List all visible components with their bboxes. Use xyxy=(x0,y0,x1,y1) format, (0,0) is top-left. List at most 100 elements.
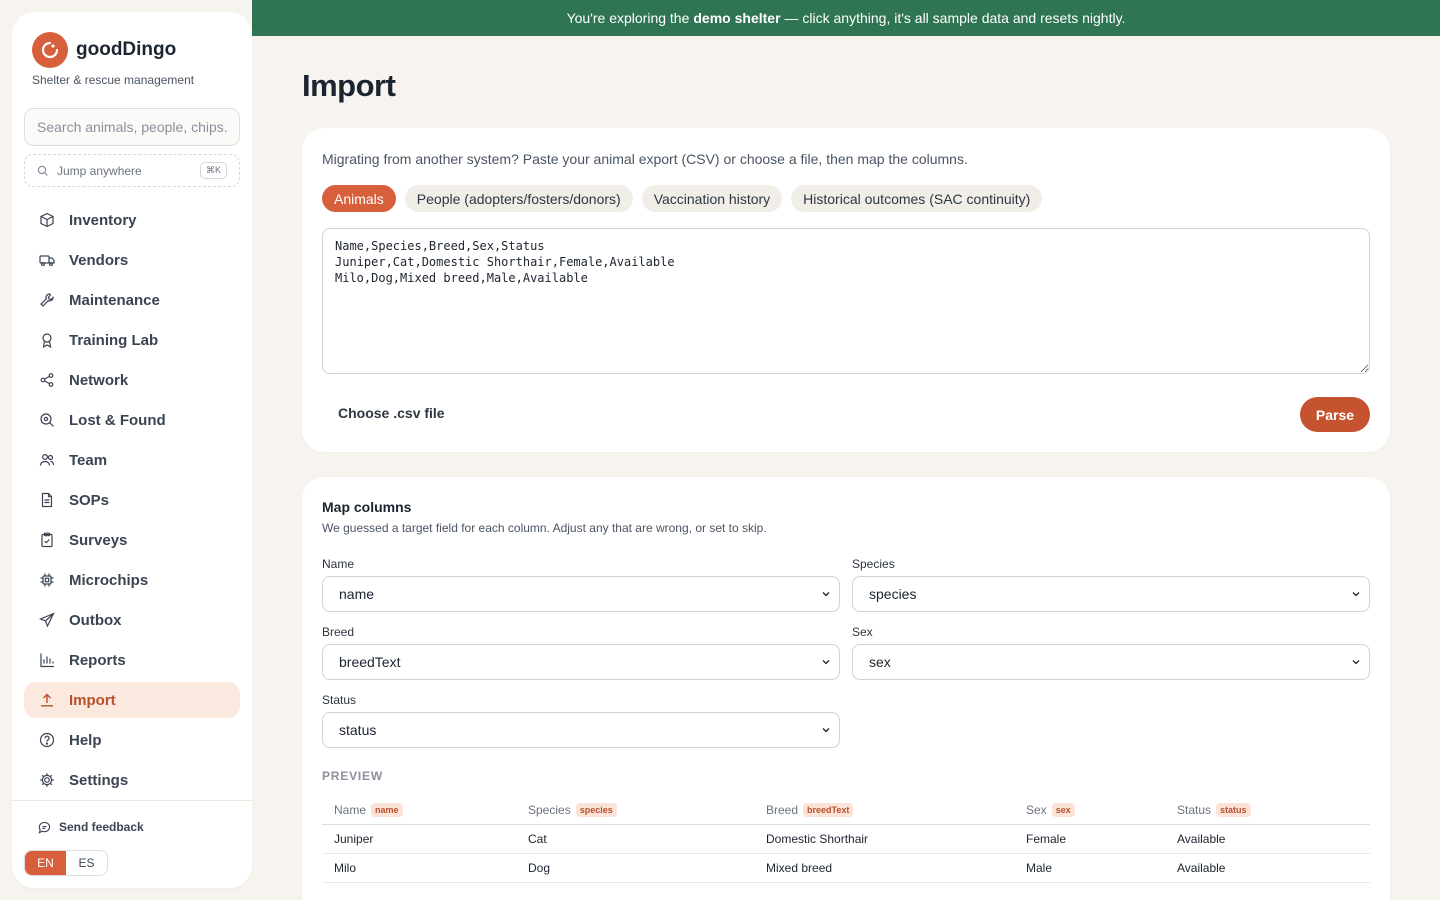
preview-header-name: Name name xyxy=(334,795,403,824)
share-icon xyxy=(38,371,56,389)
sidebar-item-label: Help xyxy=(69,731,102,749)
sidebar-item-label: Network xyxy=(69,371,129,389)
sidebar-item-sops[interactable]: SOPs xyxy=(24,482,240,518)
sidebar-item-label: Vendors xyxy=(69,251,129,269)
map-columns-subtitle: We guessed a target field for each colum… xyxy=(322,521,767,535)
sidebar-item-training-lab[interactable]: Training Lab xyxy=(24,322,240,358)
csv-textarea[interactable]: Name,Species,Breed,Sex,Status Juniper,Ca… xyxy=(322,228,1370,374)
sidebar-item-microchips[interactable]: Microchips xyxy=(24,562,240,598)
tab-vaccination-history[interactable]: Vaccination history xyxy=(641,185,783,212)
sidebar-item-label: Lost & Found xyxy=(69,411,166,429)
chevron-down-icon xyxy=(822,660,830,665)
sidebar-item-surveys[interactable]: Surveys xyxy=(24,522,240,558)
send-feedback-button[interactable]: Send feedback xyxy=(38,820,144,834)
wrench-icon xyxy=(38,291,56,309)
select-value: name xyxy=(339,586,375,602)
chip-icon xyxy=(38,571,56,589)
sidebar-item-help[interactable]: Help xyxy=(24,722,240,758)
search-input[interactable] xyxy=(24,108,240,146)
gear-icon xyxy=(38,771,56,789)
tab-animals[interactable]: Animals xyxy=(322,185,396,212)
field-label-name: Name xyxy=(322,557,355,571)
parse-button[interactable]: Parse xyxy=(1300,397,1370,432)
species-column-select[interactable]: species xyxy=(852,576,1370,612)
chevron-down-icon xyxy=(822,592,830,597)
preview-header-status: Status status xyxy=(1177,795,1251,824)
header-label: Sex xyxy=(1026,802,1047,817)
page-title: Import xyxy=(302,68,396,103)
preview-table: Name name Species species Breed breedTex… xyxy=(322,795,1370,883)
header-label: Breed xyxy=(766,802,799,817)
chevron-down-icon xyxy=(1352,592,1360,597)
language-switcher: EN ES xyxy=(24,850,108,876)
language-en[interactable]: EN xyxy=(25,851,66,875)
shortcut-badge: ⌘K xyxy=(199,162,227,179)
preview-header-species: Species species xyxy=(528,795,617,824)
sidebar-item-label: Reports xyxy=(69,651,126,669)
jump-label: Jump anywhere xyxy=(57,163,142,178)
demo-banner: You're exploring the demo shelter — clic… xyxy=(252,0,1440,36)
language-es[interactable]: ES xyxy=(66,851,107,875)
breed-column-select[interactable]: breedText xyxy=(322,644,840,680)
select-value: sex xyxy=(869,654,891,670)
document-icon xyxy=(38,491,56,509)
tab-historical-outcomes[interactable]: Historical outcomes (SAC continuity) xyxy=(791,185,1043,212)
sidebar: goodDingo Shelter & rescue management Ju… xyxy=(12,12,252,888)
field-tag: status xyxy=(1216,802,1251,817)
table-cell: Available xyxy=(1177,832,1226,846)
select-value: status xyxy=(339,722,377,738)
jump-anywhere-button[interactable]: Jump anywhere ⌘K xyxy=(24,154,240,187)
brand-name: goodDingo xyxy=(76,39,177,60)
chat-icon xyxy=(38,821,51,834)
sidebar-item-network[interactable]: Network xyxy=(24,362,240,398)
sidebar-item-import[interactable]: Import xyxy=(24,682,240,718)
feedback-label: Send feedback xyxy=(59,820,144,834)
logo-icon xyxy=(32,32,68,68)
brand-tagline: Shelter & rescue management xyxy=(32,73,195,87)
import-card: Migrating from another system? Paste you… xyxy=(302,128,1390,452)
sidebar-item-label: Maintenance xyxy=(69,291,160,309)
sidebar-item-label: Training Lab xyxy=(69,331,159,349)
sidebar-item-maintenance[interactable]: Maintenance xyxy=(24,282,240,318)
bar-chart-icon xyxy=(38,651,56,669)
status-column-select[interactable]: status xyxy=(322,712,840,748)
sidebar-item-lost-found[interactable]: Lost & Found xyxy=(24,402,240,438)
users-icon xyxy=(38,451,56,469)
table-cell: Milo xyxy=(334,861,357,875)
header-label: Species xyxy=(528,802,571,817)
table-cell: Domestic Shorthair xyxy=(766,832,869,846)
select-value: species xyxy=(869,586,917,602)
truck-icon xyxy=(38,251,56,269)
table-cell: Cat xyxy=(528,832,547,846)
name-column-select[interactable]: name xyxy=(322,576,840,612)
table-row: Milo Dog Mixed breed Male Available xyxy=(322,854,1370,883)
help-icon xyxy=(38,731,56,749)
sex-column-select[interactable]: sex xyxy=(852,644,1370,680)
import-intro: Migrating from another system? Paste you… xyxy=(322,151,968,167)
field-label-status: Status xyxy=(322,693,357,707)
chevron-down-icon xyxy=(1352,660,1360,665)
table-cell: Available xyxy=(1177,861,1226,875)
brand[interactable]: goodDingo xyxy=(32,32,176,68)
sidebar-item-inventory[interactable]: Inventory xyxy=(24,202,240,238)
sidebar-nav: Inventory Vendors Maintenance Training L… xyxy=(24,202,240,802)
sidebar-item-label: Settings xyxy=(69,771,129,789)
sidebar-divider xyxy=(12,800,252,801)
import-type-tabs: Animals People (adopters/fosters/donors)… xyxy=(322,185,1051,212)
sidebar-item-vendors[interactable]: Vendors xyxy=(24,242,240,278)
sidebar-item-outbox[interactable]: Outbox xyxy=(24,602,240,638)
award-icon xyxy=(38,331,56,349)
field-label-species: Species xyxy=(852,557,895,571)
preview-header-sex: Sex sex xyxy=(1026,795,1075,824)
banner-prefix: You're exploring the xyxy=(566,10,690,26)
choose-file-button[interactable]: Choose .csv file xyxy=(338,405,445,421)
sidebar-item-label: Import xyxy=(69,691,116,709)
sidebar-item-settings[interactable]: Settings xyxy=(24,762,240,798)
box-icon xyxy=(38,211,56,229)
upload-icon xyxy=(38,691,56,709)
sidebar-item-label: Microchips xyxy=(69,571,149,589)
tab-people[interactable]: People (adopters/fosters/donors) xyxy=(404,185,633,212)
sidebar-item-reports[interactable]: Reports xyxy=(24,642,240,678)
table-cell: Dog xyxy=(528,861,551,875)
sidebar-item-team[interactable]: Team xyxy=(24,442,240,478)
